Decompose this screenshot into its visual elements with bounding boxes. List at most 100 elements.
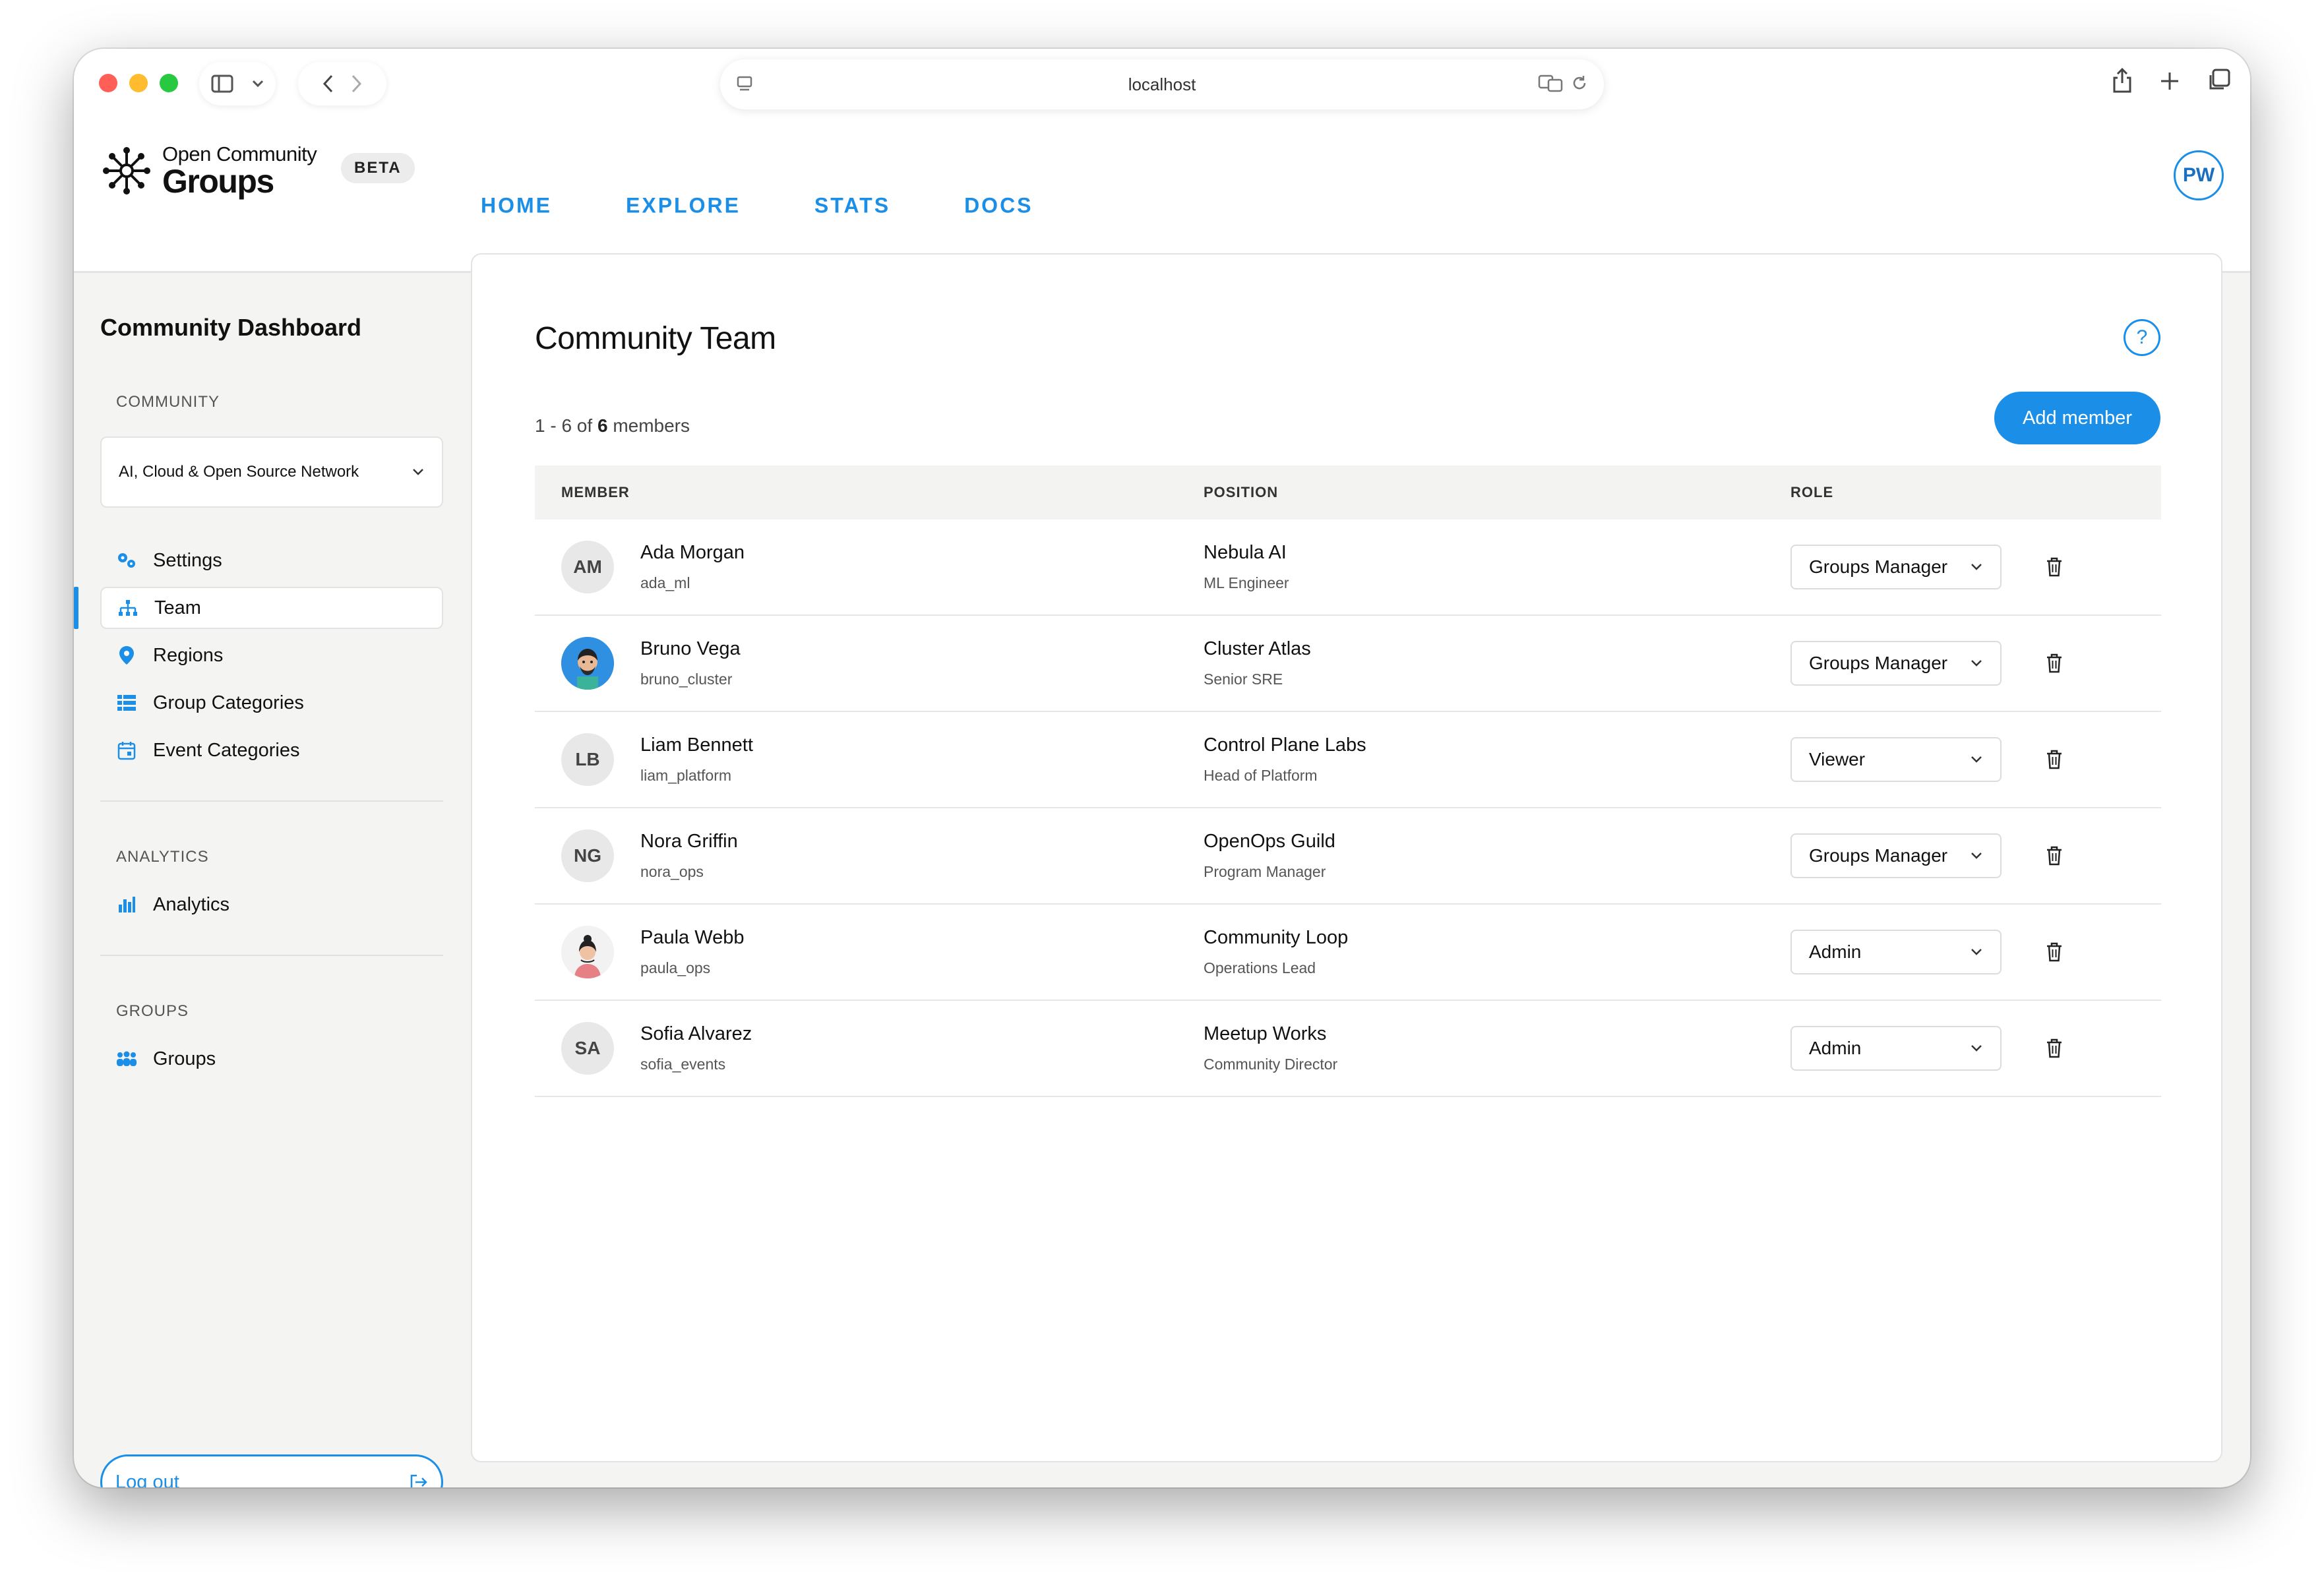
chevron-down-icon bbox=[1971, 1045, 1982, 1052]
sidebar-item-event-categories[interactable]: Event Categories bbox=[100, 729, 443, 771]
back-arrow-icon[interactable] bbox=[322, 75, 333, 93]
help-icon[interactable]: ? bbox=[2124, 319, 2160, 356]
delete-member-button[interactable] bbox=[2041, 843, 2067, 869]
role-select[interactable]: Viewer bbox=[1790, 737, 2002, 782]
avatar: LB bbox=[561, 733, 614, 786]
sidebar-item-label: Analytics bbox=[153, 893, 230, 915]
role-select[interactable]: Admin bbox=[1790, 1026, 2002, 1071]
sidebar-item-label: Regions bbox=[153, 644, 224, 666]
member-company: Control Plane Labs bbox=[1204, 734, 1366, 756]
browser-window: localhost Open Community Groups BETA HOM… bbox=[74, 49, 2250, 1487]
reload-icon[interactable] bbox=[1571, 75, 1588, 92]
community-selector[interactable]: AI, Cloud & Open Source Network bbox=[100, 436, 443, 508]
chevron-down-icon bbox=[1971, 949, 1982, 955]
people-group-icon bbox=[116, 1048, 137, 1069]
member-title: ML Engineer bbox=[1204, 574, 1289, 591]
role-value: Groups Manager bbox=[1809, 556, 1948, 577]
role-value: Admin bbox=[1809, 1038, 1862, 1058]
member-username: liam_platform bbox=[640, 767, 732, 784]
avatar bbox=[561, 926, 614, 978]
calendar-icon bbox=[116, 740, 137, 761]
add-member-button[interactable]: Add member bbox=[1994, 392, 2160, 444]
members-table: MEMBER POSITION ROLE AM Ada Morgan ada_m… bbox=[535, 465, 2161, 1097]
window-controls bbox=[99, 74, 178, 92]
close-window-button[interactable] bbox=[99, 74, 117, 92]
role-select[interactable]: Groups Manager bbox=[1790, 641, 2002, 686]
trash-icon bbox=[2047, 653, 2062, 673]
main-panel: Community Team ? 1 - 6 of 6 members Add … bbox=[471, 253, 2222, 1462]
member-username: bruno_cluster bbox=[640, 671, 733, 688]
sidebar-divider bbox=[100, 800, 443, 802]
community-selected-value: AI, Cloud & Open Source Network bbox=[119, 463, 359, 481]
address-bar[interactable]: localhost bbox=[720, 59, 1604, 109]
chevron-down-icon bbox=[252, 80, 264, 88]
logo-text-big: Groups bbox=[162, 163, 274, 200]
delete-member-button[interactable] bbox=[2041, 1035, 2067, 1062]
nav-docs[interactable]: DOCS bbox=[964, 194, 1033, 218]
count-suffix: members bbox=[613, 415, 690, 436]
nav-stats[interactable]: STATS bbox=[814, 194, 890, 218]
avatar-illustration bbox=[561, 637, 614, 690]
sidebar-item-settings[interactable]: Settings bbox=[100, 539, 443, 582]
chevron-down-icon bbox=[413, 469, 423, 475]
role-select[interactable]: Groups Manager bbox=[1790, 545, 2002, 589]
member-name: Sofia Alvarez bbox=[640, 1023, 752, 1044]
count-prefix: 1 - 6 of bbox=[535, 415, 593, 436]
sidebar-item-regions[interactable]: Regions bbox=[100, 634, 443, 676]
delete-member-button[interactable] bbox=[2041, 746, 2067, 773]
maximize-window-button[interactable] bbox=[160, 74, 178, 92]
member-name: Liam Bennett bbox=[640, 734, 753, 756]
forward-arrow-icon[interactable] bbox=[352, 75, 362, 93]
page-menu-icon[interactable] bbox=[736, 75, 753, 92]
column-header-member: MEMBER bbox=[561, 484, 630, 500]
share-icon[interactable] bbox=[2112, 67, 2133, 94]
user-avatar[interactable]: PW bbox=[2174, 150, 2224, 200]
nav-home[interactable]: HOME bbox=[481, 194, 552, 218]
table-row: Paula Webb paula_ops Community Loop Oper… bbox=[535, 905, 2161, 1001]
logout-button[interactable]: Log out bbox=[100, 1454, 443, 1487]
site-logo[interactable]: Open Community Groups bbox=[100, 144, 317, 198]
beta-badge: BETA bbox=[341, 153, 415, 183]
role-select[interactable]: Groups Manager bbox=[1790, 833, 2002, 878]
count-total: 6 bbox=[597, 415, 608, 436]
sidebar-item-group-categories[interactable]: Group Categories bbox=[100, 682, 443, 724]
minimize-window-button[interactable] bbox=[129, 74, 148, 92]
toolbar-right-actions bbox=[2112, 67, 2230, 94]
role-select[interactable]: Admin bbox=[1790, 930, 2002, 974]
member-company: Nebula AI bbox=[1204, 542, 1287, 563]
chevron-down-icon bbox=[1971, 564, 1982, 570]
sidebar-item-groups[interactable]: Groups bbox=[100, 1038, 443, 1080]
role-value: Groups Manager bbox=[1809, 845, 1948, 866]
new-tab-icon[interactable] bbox=[2159, 67, 2180, 94]
sidebar-item-label: Event Categories bbox=[153, 739, 300, 761]
avatar bbox=[561, 637, 614, 690]
sidebar-item-label: Groups bbox=[153, 1048, 216, 1069]
delete-member-button[interactable] bbox=[2041, 554, 2067, 580]
trash-icon bbox=[2047, 942, 2062, 962]
sidebar-toggle-button[interactable] bbox=[199, 62, 276, 105]
member-username: nora_ops bbox=[640, 863, 704, 880]
sidebar-item-analytics[interactable]: Analytics bbox=[100, 883, 443, 926]
community-section-label: COMMUNITY bbox=[116, 393, 220, 411]
member-name: Nora Griffin bbox=[640, 831, 738, 852]
translate-icon[interactable] bbox=[1538, 74, 1563, 92]
member-company: Community Loop bbox=[1204, 927, 1349, 948]
team-hierarchy-icon bbox=[117, 597, 138, 618]
member-company: Cluster Atlas bbox=[1204, 638, 1311, 659]
logout-label: Log out bbox=[115, 1471, 179, 1488]
sidebar-item-label: Settings bbox=[153, 549, 222, 571]
community-logo-icon bbox=[103, 147, 150, 194]
chevron-down-icon bbox=[1971, 852, 1982, 859]
nav-explore[interactable]: EXPLORE bbox=[626, 194, 741, 218]
trash-icon bbox=[2047, 750, 2062, 769]
avatar-illustration bbox=[561, 926, 614, 978]
tab-overview-icon[interactable] bbox=[2207, 67, 2230, 94]
delete-member-button[interactable] bbox=[2041, 939, 2067, 965]
table-row: Bruno Vega bruno_cluster Cluster Atlas S… bbox=[535, 616, 2161, 712]
sidebar-item-team[interactable]: Team bbox=[100, 587, 443, 629]
map-pin-icon bbox=[116, 645, 137, 666]
avatar: NG bbox=[561, 829, 614, 882]
browser-toolbar: localhost bbox=[74, 49, 2250, 121]
delete-member-button[interactable] bbox=[2041, 650, 2067, 676]
url-text: localhost bbox=[1128, 74, 1196, 94]
